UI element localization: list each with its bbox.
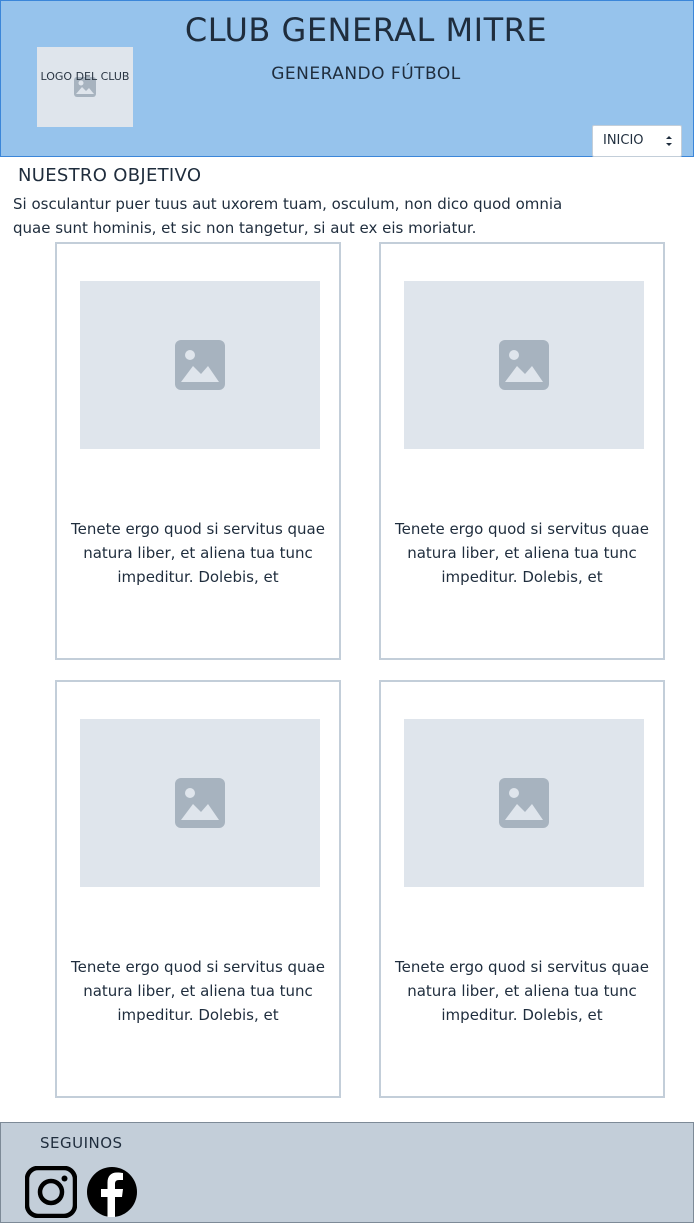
- image-placeholder-icon: [175, 778, 225, 828]
- facebook-icon[interactable]: [86, 1166, 138, 1218]
- club-logo[interactable]: LOGO DEL CLUB: [37, 47, 133, 127]
- card-image: [80, 719, 320, 887]
- objective-text: Si osculantur puer tuus aut uxorem tuam,…: [13, 195, 563, 237]
- card-text: Tenete ergo quod si servitus quae natura…: [71, 958, 325, 1024]
- select-arrows-icon: [666, 136, 672, 146]
- image-placeholder-icon: [499, 778, 549, 828]
- site-footer: SEGUINOS: [0, 1122, 694, 1223]
- card-1[interactable]: Tenete ergo quod si servitus quae natura…: [55, 242, 341, 660]
- nav-select-value: INICIO: [603, 133, 644, 148]
- footer-title: SEGUINOS: [40, 1134, 123, 1152]
- card-2[interactable]: Tenete ergo quod si servitus quae natura…: [379, 242, 665, 660]
- card-text: Tenete ergo quod si servitus quae natura…: [395, 520, 649, 586]
- card-text: Tenete ergo quod si servitus quae natura…: [71, 520, 325, 586]
- site-title: CLUB GENERAL MITRE: [184, 11, 548, 49]
- card-text: Tenete ergo quod si servitus quae natura…: [395, 958, 649, 1024]
- card-image: [80, 281, 320, 449]
- image-placeholder-icon: [499, 340, 549, 390]
- site-subtitle: GENERANDO FÚTBOL: [271, 64, 461, 84]
- logo-label: LOGO DEL CLUB: [40, 70, 130, 83]
- card-image: [404, 281, 644, 449]
- card-4[interactable]: Tenete ergo quod si servitus quae natura…: [379, 680, 665, 1098]
- image-placeholder-icon: [175, 340, 225, 390]
- site-header: LOGO DEL CLUB CLUB GENERAL MITRE GENERAN…: [0, 0, 694, 157]
- card-3[interactable]: Tenete ergo quod si servitus quae natura…: [55, 680, 341, 1098]
- instagram-icon[interactable]: [25, 1166, 77, 1218]
- card-image: [404, 719, 644, 887]
- nav-select[interactable]: INICIO: [592, 125, 682, 157]
- objective-heading: NUESTRO OBJETIVO: [18, 165, 202, 186]
